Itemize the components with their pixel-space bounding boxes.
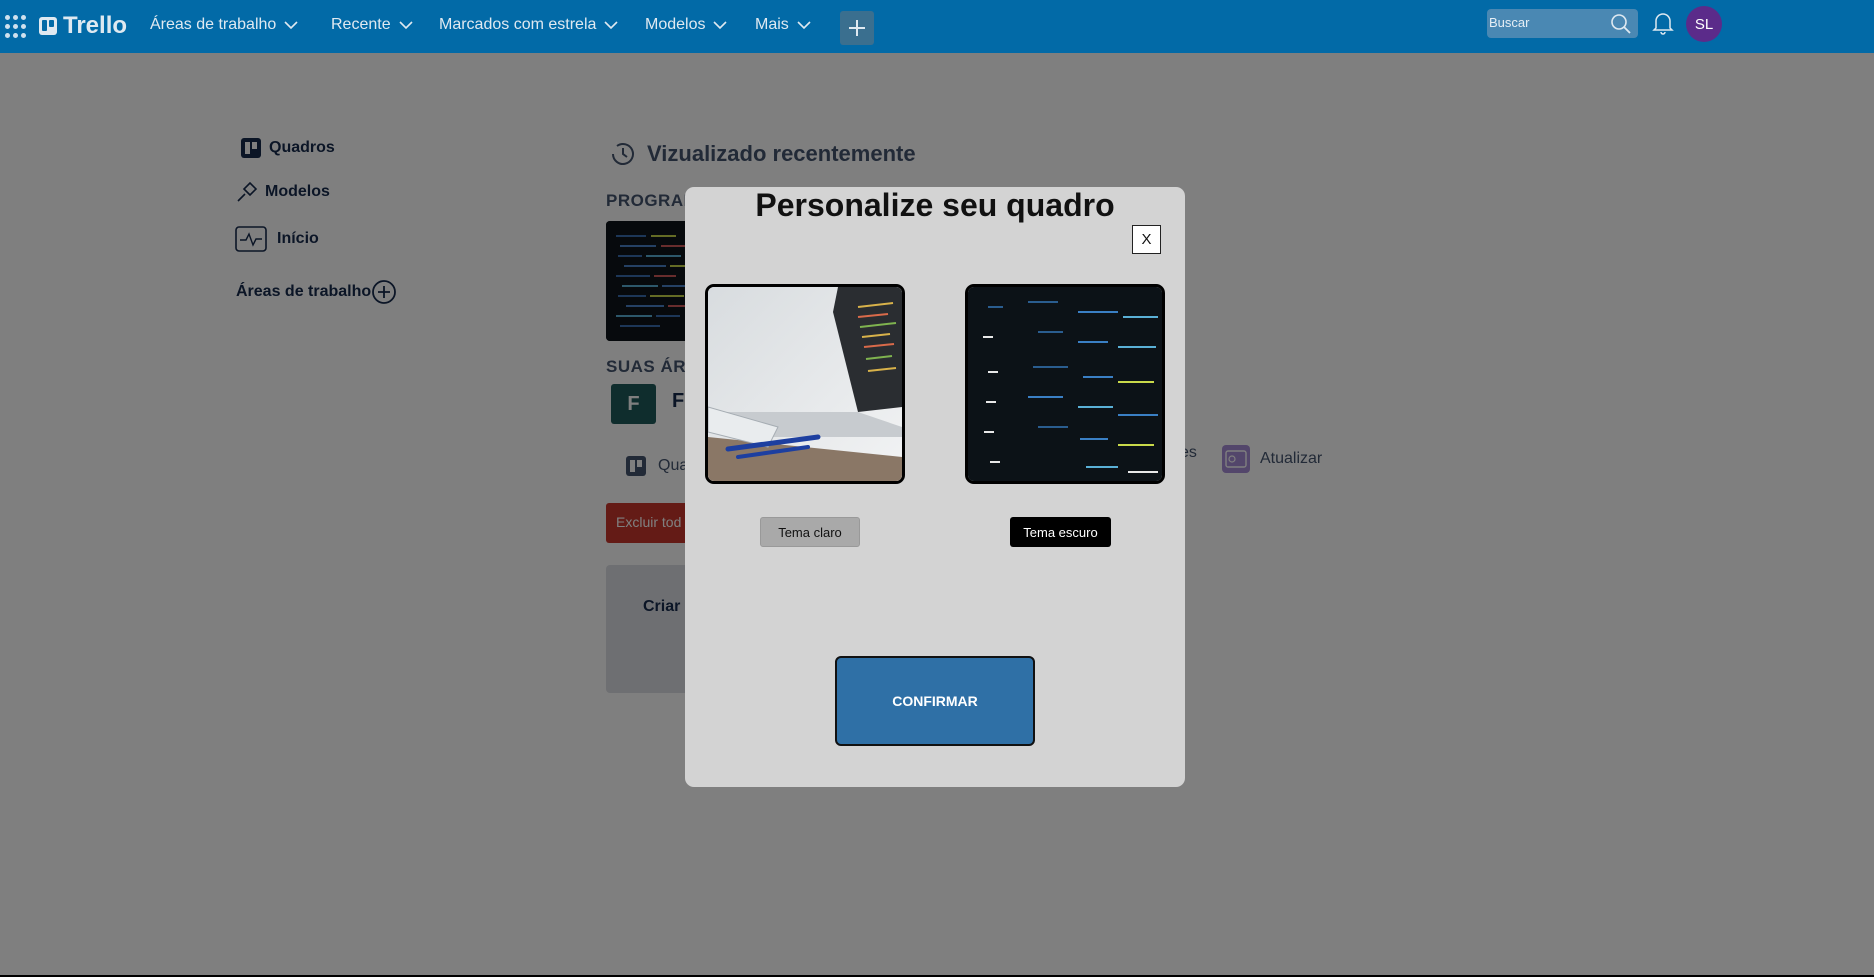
dark-theme-button[interactable]: Tema escuro [1010, 517, 1111, 547]
trello-logo-text: Trello [63, 12, 128, 39]
app-switcher-icon[interactable] [5, 15, 29, 39]
search-placeholder: Buscar [1489, 15, 1530, 30]
modal-title: Personalize seu quadro [755, 187, 1115, 223]
code-dark-image [968, 287, 1162, 481]
trello-logo[interactable]: Trello [39, 12, 127, 40]
search-input[interactable]: Buscar [1487, 9, 1638, 38]
nav-templates-label: Modelos [645, 16, 706, 33]
laptop-light-image [708, 287, 902, 481]
nav-more-label: Mais [755, 16, 789, 33]
light-theme-button[interactable]: Tema claro [760, 517, 860, 547]
customize-board-modal: Personalize seu quadro X Tema claro Tema… [685, 187, 1185, 787]
nav-templates-menu[interactable]: Modelos [645, 16, 728, 34]
create-button[interactable] [840, 11, 874, 45]
nav-workspaces-label: Áreas de trabalho [150, 16, 277, 33]
confirm-button[interactable]: CONFIRMAR [835, 656, 1035, 746]
nav-starred-label: Marcados com estrela [439, 16, 597, 33]
nav-workspaces-menu[interactable]: Áreas de trabalho [150, 16, 298, 34]
trello-logo-icon [39, 17, 57, 35]
avatar[interactable]: SL [1686, 6, 1722, 42]
close-button[interactable]: X [1132, 225, 1161, 254]
chevron-down-icon [399, 21, 413, 30]
nav-more-menu[interactable]: Mais [755, 16, 811, 34]
nav-recent-menu[interactable]: Recente [331, 16, 413, 34]
chevron-down-icon [797, 21, 811, 30]
search-icon[interactable] [1610, 13, 1632, 35]
notification-bell-icon[interactable] [1650, 10, 1676, 36]
nav-starred-menu[interactable]: Marcados com estrela [439, 16, 618, 34]
chevron-down-icon [604, 21, 618, 30]
top-navigation-bar: Trello Áreas de trabalho Recente Marcado… [0, 0, 1874, 53]
nav-recent-label: Recente [331, 16, 391, 33]
chevron-down-icon [284, 21, 298, 30]
dark-theme-preview[interactable] [965, 284, 1165, 484]
light-theme-preview[interactable] [705, 284, 905, 484]
chevron-down-icon [713, 21, 728, 30]
